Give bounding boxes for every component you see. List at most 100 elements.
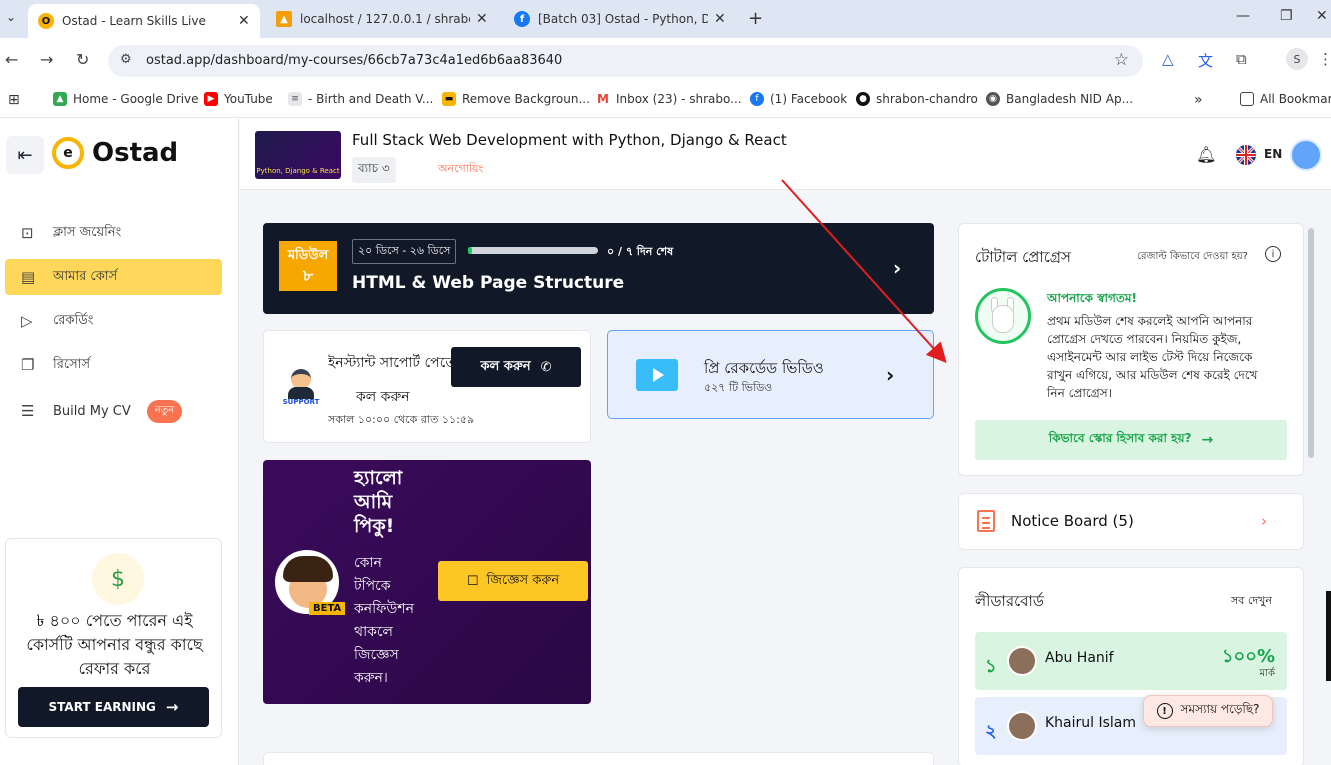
bookmark-item[interactable]: ≡ - Birth and Death V... (288, 92, 433, 106)
refer-card: $ ৳ ৪০০ পেতে পারেন এই কোর্সটি আপনার বন্ধ… (5, 538, 222, 738)
language-selector[interactable]: EN (1264, 147, 1282, 161)
browser-tab-localhost[interactable]: ▲ localhost / 127.0.0.1 / shrabon / ✕ (266, 4, 500, 34)
start-earning-button[interactable]: START EARNING → (18, 687, 209, 727)
current-module-card[interactable]: মডিউল ৮ ২০ ডিসে - ২৬ ডিসে ০ / ৭ দিন শেষ … (263, 223, 934, 314)
notification-bell-icon[interactable]: 🔔︎ (1196, 145, 1216, 164)
phpmyadmin-favicon: ▲ (276, 11, 292, 27)
dog-mascot-icon (975, 288, 1031, 344)
forward-icon[interactable]: → (40, 50, 53, 69)
close-tab-icon[interactable]: ✕ (238, 13, 250, 29)
sidebar-item-resources[interactable]: ❐ রিসোর্স (5, 347, 222, 383)
video-play-icon (636, 359, 678, 391)
see-all-link[interactable]: সব দেখুন (1231, 592, 1272, 611)
sidebar-item-recording[interactable]: ▷ রেকর্ডিং (5, 303, 222, 339)
uk-flag-icon[interactable] (1236, 145, 1256, 165)
app-main: ⇤ e Ostad ⊡ ক্লাস জয়েনিং ▤ আমার কোর্স ▷… (0, 119, 1331, 765)
globe-icon: ◉ (986, 92, 1000, 106)
module-progress-bar (468, 247, 598, 254)
profile-avatar[interactable]: S (1286, 48, 1308, 70)
facebook-icon: f (750, 92, 764, 106)
back-icon[interactable]: ← (5, 50, 18, 69)
logo-text: Ostad (92, 138, 179, 168)
all-bookmarks-folder[interactable]: All Bookmarks (1240, 92, 1331, 106)
leaderboard-rank: ২ (985, 721, 997, 742)
restore-icon[interactable]: ❐ (1280, 8, 1293, 24)
apps-grid-icon[interactable]: ⊞ (8, 92, 20, 108)
notice-board-card[interactable]: Notice Board (5) › (958, 493, 1304, 550)
result-help-link[interactable]: রেজাল্ট কিভাবে দেওয়া হয়? (1137, 249, 1248, 266)
info-icon[interactable]: i (1265, 246, 1281, 262)
alert-circle-icon: ! (1156, 703, 1173, 719)
bookmark-star-icon[interactable]: ☆ (1114, 50, 1129, 70)
reload-icon[interactable]: ↻ (76, 50, 89, 69)
total-progress-title: টোটাল প্রোগ্রেস (975, 248, 1071, 266)
facebook-favicon: f (514, 11, 530, 27)
phone-icon: ✆ (540, 359, 552, 375)
leaderboard-score-unit: মার্ক (1259, 668, 1275, 679)
chevron-right-icon: › (1261, 512, 1267, 530)
prerecorded-video-card[interactable]: প্রি রেকর্ডেড ভিডিও ৫২৭ টি ভিডিও › (607, 330, 934, 419)
url-text[interactable]: ostad.app/dashboard/my-courses/66cb7a73c… (146, 53, 562, 68)
bookmark-item[interactable]: ● shrabon-chandro (856, 92, 978, 106)
ask-piku-button[interactable]: ☐ জিজ্ঞেস করুন (438, 561, 588, 601)
new-tab-icon[interactable]: + (748, 8, 763, 29)
translate-extension-icon[interactable]: 文 (1198, 50, 1213, 71)
sidebar-item-class-joining[interactable]: ⊡ ক্লাস জয়েনিং (5, 215, 222, 251)
user-avatar[interactable] (1290, 139, 1322, 171)
avatar (1007, 646, 1037, 676)
removebg-icon: ▬ (442, 92, 456, 106)
browser-tab-ostad[interactable]: O Ostad - Learn Skills Live ✕ (28, 4, 260, 38)
sidebar-item-label: আমার কোর্স (53, 268, 118, 284)
video-count: ৫২৭ টি ভিডিও (704, 381, 773, 394)
bookmark-item[interactable]: ▶ YouTube (204, 92, 273, 106)
play-square-icon: ▷ (21, 312, 33, 330)
call-button[interactable]: কল করুন ✆ (451, 347, 581, 387)
tab-title: [Batch 03] Ostad - Python, Djan (538, 12, 708, 26)
module-progress-fill (468, 247, 472, 254)
gmail-icon: M (597, 92, 609, 106)
video-camera-icon: ⊡ (21, 224, 34, 242)
github-icon: ● (856, 92, 870, 106)
cv-icon: ☰ (21, 402, 35, 420)
support-agent-icon: SUPPORT (282, 367, 320, 407)
bookmark-item[interactable]: M Inbox (23) - shrabo... (596, 92, 742, 106)
sidebar-item-label: রিসোর্স (53, 356, 91, 372)
document-icon: ≡ (288, 92, 302, 106)
leaderboard-title: লীডারবোর্ড (975, 592, 1044, 610)
piku-greeting: হ্যালো আমি পিকু! (354, 467, 403, 537)
site-settings-icon[interactable]: ⚙ (120, 52, 132, 67)
course-title: Full Stack Web Development with Python, … (352, 131, 787, 149)
drive-extension-icon[interactable]: △ (1162, 50, 1174, 68)
browser-address-bar: ← → ↻ ⚙ ostad.app/dashboard/my-courses/6… (0, 38, 1331, 84)
score-calculation-button[interactable]: কিভাবে স্কোর হিসাব করা হয়? → (975, 420, 1287, 460)
total-progress-card: টোটাল প্রোগ্রেস রেজাল্ট কিভাবে দেওয়া হয… (958, 223, 1304, 476)
bookmark-item[interactable]: ▬ Remove Backgroun... (442, 92, 590, 106)
browser-tab-facebook[interactable]: f [Batch 03] Ostad - Python, Djan ✕ (504, 4, 744, 34)
collapse-menu-icon[interactable]: ⇤ (6, 136, 44, 174)
right-panel-scrollbar[interactable] (1308, 228, 1314, 458)
page-scrollbar[interactable] (1326, 591, 1331, 681)
youtube-icon: ▶ (204, 92, 218, 106)
tab-search-chevron-icon[interactable]: ⌄ (6, 10, 16, 24)
extensions-puzzle-icon[interactable]: ⧉ (1236, 50, 1247, 68)
arrow-right-icon: → (1201, 432, 1214, 448)
bookmark-item[interactable]: ◉ Bangladesh NID Ap... (986, 92, 1133, 106)
bookmark-item[interactable]: f (1) Facebook (750, 92, 847, 106)
close-window-icon[interactable]: ✕ (1316, 8, 1328, 24)
minimize-icon[interactable]: — (1236, 8, 1250, 24)
folder-icon (1240, 92, 1254, 106)
sidebar-item-label: রেকর্ডিং (53, 312, 94, 328)
book-icon: ▤ (21, 268, 36, 286)
ostad-logo[interactable]: e Ostad (52, 137, 178, 169)
close-tab-icon[interactable]: ✕ (714, 11, 726, 27)
sidebar-item-build-cv[interactable]: ☰ Build My CV নতুন (5, 393, 222, 429)
chevron-right-icon[interactable]: › (893, 256, 901, 280)
bookmark-item[interactable]: ▲ Home - Google Drive (53, 92, 199, 106)
browser-menu-icon[interactable]: ⋮ (1318, 50, 1331, 68)
bookmarks-overflow-icon[interactable]: » (1194, 92, 1203, 108)
sidebar-item-my-courses[interactable]: ▤ আমার কোর্স (5, 259, 222, 295)
piku-prompt-text: কোন টপিকে কনফিউশন থাকলে জিজ্ঞেস করুন। (354, 555, 414, 686)
need-help-button[interactable]: ! সমস্যায় পড়েছি? (1143, 695, 1273, 727)
close-tab-icon[interactable]: ✕ (476, 11, 488, 27)
url-omnibox[interactable]: ⚙ ostad.app/dashboard/my-courses/66cb7a7… (108, 45, 1143, 77)
